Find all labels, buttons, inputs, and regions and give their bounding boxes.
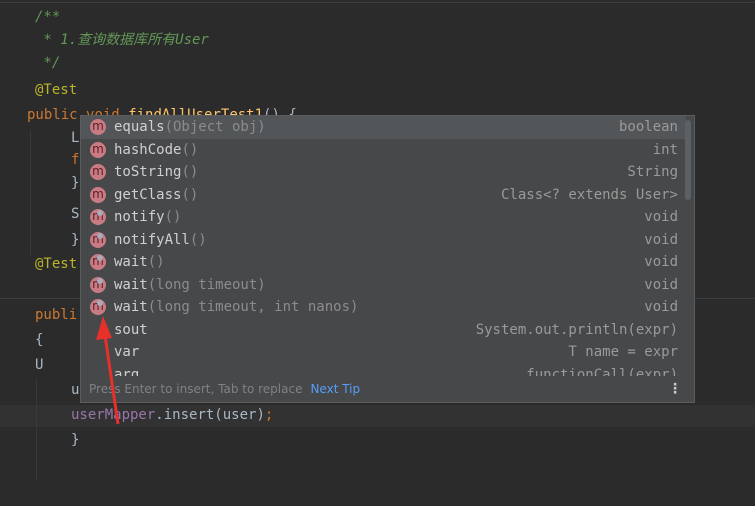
- red-arrow-annotation: [96, 316, 120, 425]
